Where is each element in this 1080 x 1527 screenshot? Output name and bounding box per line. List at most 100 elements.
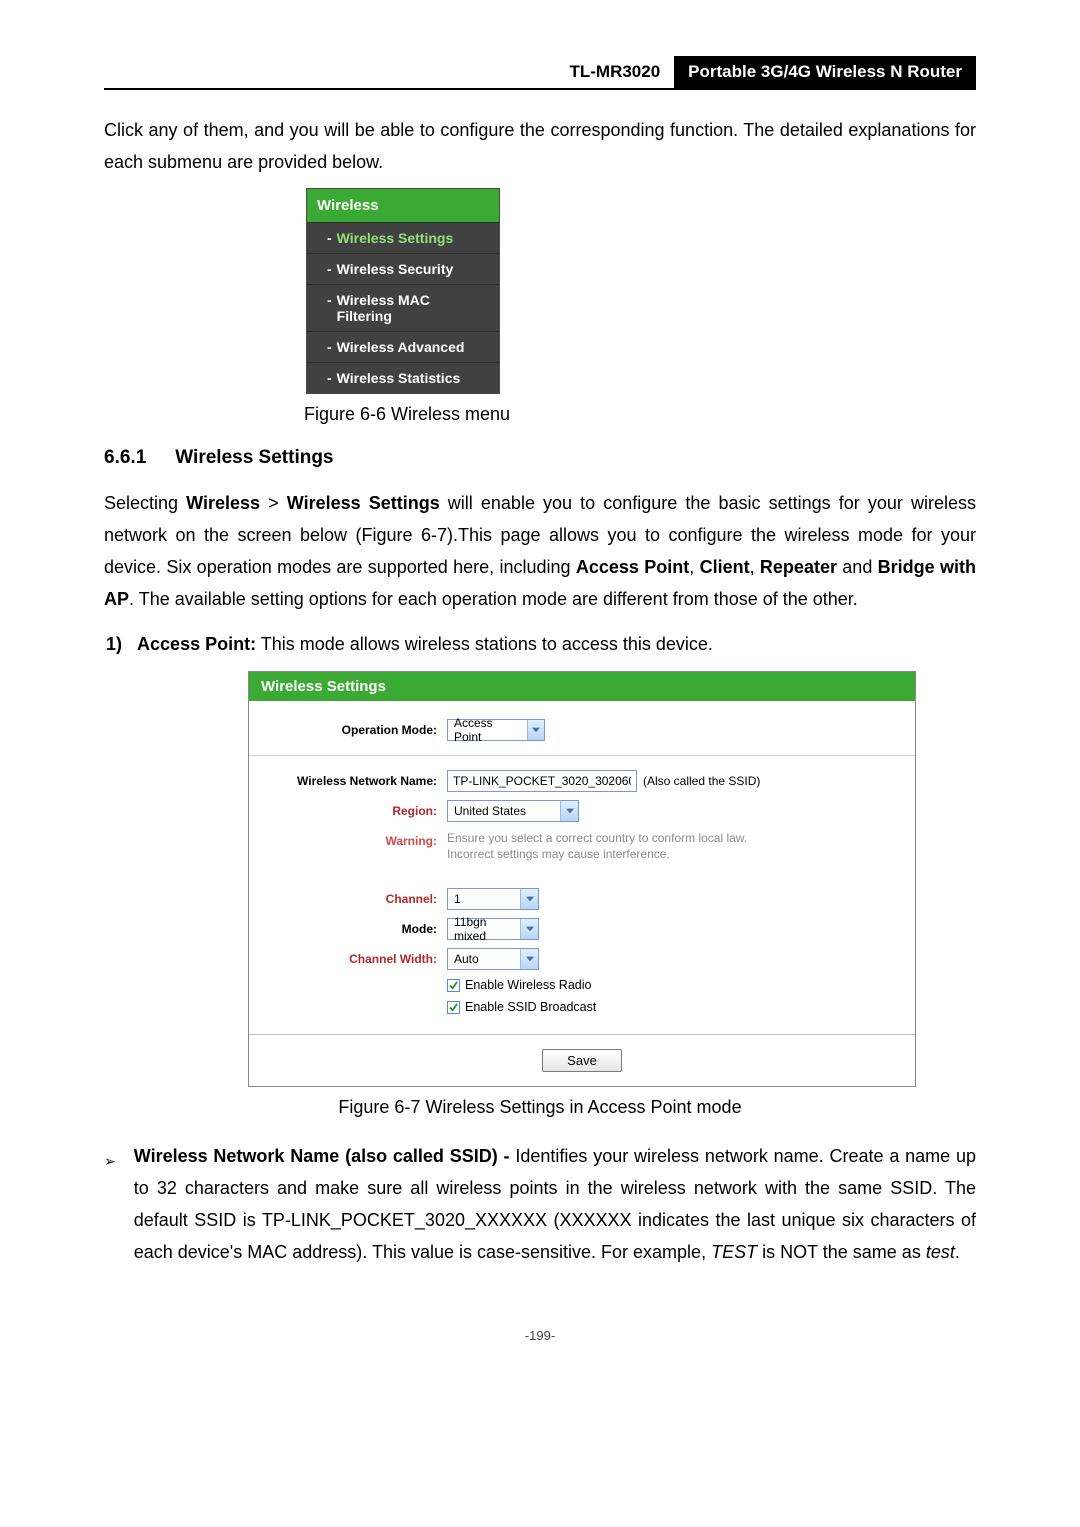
list-bold: Access Point: — [137, 634, 256, 654]
wireless-menu-label: Wireless Advanced — [337, 339, 465, 355]
wireless-menu-label: Wireless MAC Filtering — [337, 292, 489, 324]
bullet-text: . — [955, 1242, 960, 1262]
model-label: TL-MR3020 — [555, 56, 674, 88]
channel-width-select[interactable]: Auto — [447, 948, 539, 970]
mode-select[interactable]: 11bgn mixed — [447, 918, 539, 940]
row-network-name: Wireless Network Name: (Also called the … — [265, 770, 899, 792]
select-value: Access Point — [448, 716, 527, 744]
checkbox-icon — [447, 979, 460, 992]
bullet-lead: Wireless Network Name (also called SSID)… — [134, 1146, 516, 1166]
row-enable-ssid: Enable SSID Broadcast — [265, 1000, 899, 1014]
checkbox-label: Enable Wireless Radio — [465, 978, 591, 992]
panel-footer: Save — [249, 1034, 915, 1086]
warning-line-1: Ensure you select a correct country to c… — [447, 831, 747, 845]
select-value: Auto — [448, 952, 520, 966]
section-description: Selecting Wireless > Wireless Settings w… — [104, 487, 976, 615]
row-region: Region: United States — [265, 800, 899, 822]
row-channel: Channel: 1 — [265, 888, 899, 910]
section-number: 6.6.1 — [104, 447, 170, 469]
operation-mode-select[interactable]: Access Point — [447, 719, 545, 741]
dash-icon: - — [327, 339, 332, 355]
page-header: TL-MR3020 Portable 3G/4G Wireless N Rout… — [104, 56, 976, 90]
wireless-menu-item-security[interactable]: - Wireless Security — [307, 254, 499, 285]
text: and — [837, 557, 878, 577]
wireless-menu-header: Wireless — [307, 189, 499, 223]
bold-repeater: Repeater — [760, 557, 837, 577]
label-mode: Mode: — [265, 918, 447, 936]
dash-icon: - — [327, 261, 332, 277]
label-operation-mode: Operation Mode: — [265, 719, 447, 737]
wireless-menu-item-advanced[interactable]: - Wireless Advanced — [307, 332, 499, 363]
row-channel-width: Channel Width: Auto — [265, 948, 899, 970]
empty-label — [265, 1000, 447, 1004]
label-warning: Warning: — [265, 830, 447, 848]
chevron-down-icon — [520, 949, 538, 969]
enable-ssid-broadcast-checkbox[interactable]: Enable SSID Broadcast — [447, 1000, 596, 1014]
list-text: This mode allows wireless stations to ac… — [256, 634, 713, 654]
figure-6-6-caption: Figure 6-6 Wireless menu — [304, 404, 976, 425]
bold-wireless-settings: Wireless Settings — [287, 493, 440, 513]
label-channel: Channel: — [265, 888, 447, 906]
italic-test-upper: TEST — [711, 1242, 757, 1262]
checkbox-label: Enable SSID Broadcast — [465, 1000, 596, 1014]
save-button[interactable]: Save — [542, 1049, 622, 1072]
bold-access-point: Access Point — [576, 557, 689, 577]
bullet-content: Wireless Network Name (also called SSID)… — [134, 1140, 976, 1268]
dash-icon: - — [327, 230, 332, 246]
wireless-menu-label: Wireless Statistics — [337, 370, 461, 386]
row-operation-mode: Operation Mode: Access Point — [265, 719, 899, 741]
panel-title: Wireless Settings — [249, 672, 915, 701]
dash-icon: - — [327, 370, 332, 386]
text: > — [260, 493, 287, 513]
bold-wireless: Wireless — [186, 493, 260, 513]
italic-test-lower: test — [926, 1242, 955, 1262]
text: Selecting — [104, 493, 186, 513]
divider — [249, 755, 915, 756]
select-value: United States — [448, 804, 560, 818]
bold-client: Client — [700, 557, 750, 577]
text: . The available setting options for each… — [129, 589, 858, 609]
bullet-wireless-name: ➢ Wireless Network Name (also called SSI… — [104, 1140, 976, 1268]
chevron-down-icon — [527, 720, 544, 740]
bullet-text: is NOT the same as — [757, 1242, 926, 1262]
text: , — [750, 557, 760, 577]
row-mode: Mode: 11bgn mixed — [265, 918, 899, 940]
row-enable-radio: Enable Wireless Radio — [265, 978, 899, 992]
label-channel-width: Channel Width: — [265, 948, 447, 966]
wireless-menu-label: Wireless Security — [337, 261, 454, 277]
network-name-input[interactable] — [447, 770, 637, 792]
intro-paragraph: Click any of them, and you will be able … — [104, 114, 976, 178]
label-region: Region: — [265, 800, 447, 818]
enable-wireless-radio-checkbox[interactable]: Enable Wireless Radio — [447, 978, 591, 992]
figure-6-7-caption: Figure 6-7 Wireless Settings in Access P… — [104, 1097, 976, 1118]
region-select[interactable]: United States — [447, 800, 579, 822]
page-number: -199- — [104, 1328, 976, 1343]
panel-body: Operation Mode: Access Point Wireless Ne… — [249, 701, 915, 1034]
warning-line-2: Incorrect settings may cause interferenc… — [447, 847, 670, 861]
empty-label — [265, 978, 447, 982]
wireless-menu-item-settings[interactable]: - Wireless Settings — [307, 223, 499, 254]
list-item-access-point: 1) Access Point: This mode allows wirele… — [106, 629, 976, 659]
chevron-down-icon — [560, 801, 578, 821]
wireless-menu-label: Wireless Settings — [337, 230, 454, 246]
select-value: 1 — [448, 892, 520, 906]
wireless-menu-item-statistics[interactable]: - Wireless Statistics — [307, 363, 499, 393]
checkbox-icon — [447, 1001, 460, 1014]
list-number: 1) — [106, 634, 122, 654]
wireless-menu-item-mac-filtering[interactable]: - Wireless MAC Filtering — [307, 285, 499, 332]
chevron-down-icon — [520, 919, 538, 939]
label-network-name: Wireless Network Name: — [265, 770, 447, 788]
ssid-hint: (Also called the SSID) — [643, 774, 760, 788]
section-title: Wireless Settings — [175, 447, 333, 468]
section-heading: 6.6.1 Wireless Settings — [104, 447, 976, 469]
dash-icon: - — [327, 292, 332, 324]
arrow-icon: ➢ — [104, 1140, 116, 1268]
channel-select[interactable]: 1 — [447, 888, 539, 910]
chevron-down-icon — [520, 889, 538, 909]
wireless-settings-panel: Wireless Settings Operation Mode: Access… — [248, 671, 916, 1087]
warning-text: Ensure you select a correct country to c… — [447, 830, 747, 862]
text: , — [689, 557, 699, 577]
wireless-menu: Wireless - Wireless Settings - Wireless … — [306, 188, 500, 394]
select-value: 11bgn mixed — [448, 915, 520, 943]
row-warning: Warning: Ensure you select a correct cou… — [265, 830, 899, 862]
